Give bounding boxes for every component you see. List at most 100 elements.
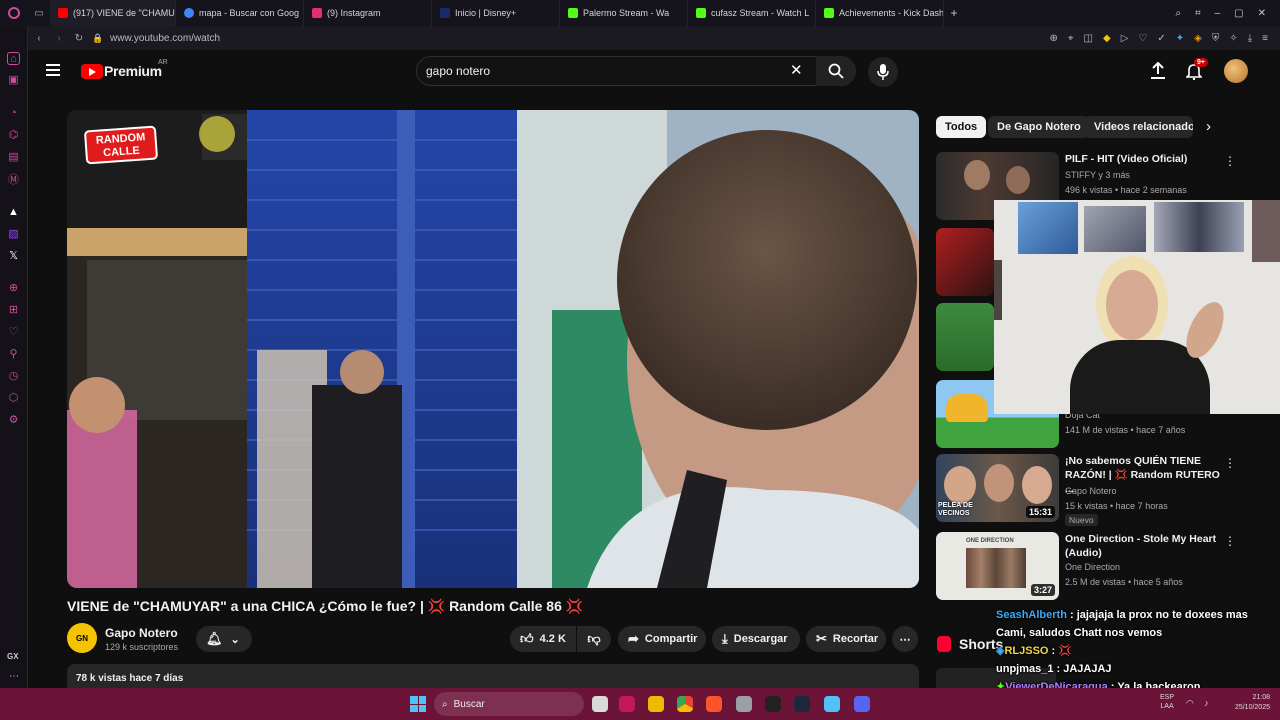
taskbar-search[interactable]: ⌕ Buscar	[434, 692, 584, 716]
speed-icon[interactable]: ◔	[7, 106, 20, 119]
hamburger-menu-icon[interactable]	[46, 64, 60, 76]
settings-icon[interactable]: ⚙	[7, 413, 20, 426]
shield-icon[interactable]: ⛨	[1212, 33, 1220, 44]
camera-icon[interactable]: ◫	[1084, 33, 1093, 44]
maximize-icon[interactable]: ▢	[1234, 8, 1243, 19]
search-button[interactable]	[816, 56, 856, 86]
menu-icon[interactable]: ≡	[1262, 33, 1268, 44]
video-thumbnail[interactable]	[936, 228, 994, 296]
tab-cufasz-stream[interactable]: cufasz Stream - Watch L	[688, 0, 816, 26]
related-video[interactable]: PELEA DE VECINOS 15:31 ¡No sabemos QUIÉN…	[936, 454, 1246, 526]
chrome-icon[interactable]	[677, 696, 693, 712]
notification-bell-button[interactable]: 🔔︎ ⌄	[196, 626, 252, 652]
clock[interactable]: 21:08 25/10/2025	[1222, 693, 1270, 713]
pin-icon[interactable]: ⚲	[7, 347, 20, 360]
back-icon[interactable]: ‹	[28, 33, 50, 44]
search-tabs-icon[interactable]: ⌕	[1175, 8, 1181, 19]
cleaner-icon[interactable]: ⌬	[7, 128, 20, 141]
video-thumbnail[interactable]: PELEA DE VECINOS 15:31	[936, 454, 1059, 522]
box-icon[interactable]: ⬡	[7, 391, 20, 404]
task-view-icon[interactable]	[592, 696, 608, 712]
tab-disney[interactable]: Inicio | Disney+	[432, 0, 560, 26]
grid-icon[interactable]: ⊞	[7, 303, 20, 316]
tab-menu-icon[interactable]: ▭	[28, 0, 50, 26]
video-thumbnail[interactable]: ONE DIRECTION 3:27	[936, 532, 1059, 600]
search-input[interactable]	[426, 61, 776, 81]
tab-youtube[interactable]: (917) VIENE de "CHAMUY	[50, 0, 176, 26]
language-indicator[interactable]: ESP LAA	[1160, 693, 1174, 711]
reload-icon[interactable]: ↻	[68, 33, 90, 44]
file-explorer-icon[interactable]	[648, 696, 664, 712]
create-upload-button[interactable]	[1150, 61, 1166, 85]
description-box[interactable]: 78 k vistas hace 7 días	[67, 664, 919, 690]
avatar[interactable]	[1224, 59, 1248, 83]
url-field[interactable]: www.youtube.com/watch	[110, 33, 220, 44]
brave-icon[interactable]: ◈	[1194, 33, 1202, 44]
channel-avatar[interactable]: GN	[67, 623, 97, 653]
puzzle-icon[interactable]: ✧	[1229, 33, 1237, 44]
dislike-button[interactable]: 👎︎	[577, 626, 611, 652]
zoom-icon[interactable]: ⊕	[1050, 33, 1058, 44]
heart-icon[interactable]: ♡	[1138, 33, 1147, 44]
download-icon[interactable]: ⤓	[1248, 33, 1252, 44]
obs-icon[interactable]	[765, 696, 781, 712]
steam-icon[interactable]	[794, 696, 810, 712]
clear-search-icon[interactable]: ✕	[790, 61, 803, 79]
clip-button[interactable]: ✂ Recortar	[806, 626, 886, 652]
vpn-icon[interactable]: ◆	[1103, 33, 1111, 44]
chip-related[interactable]: Videos relacionados	[1085, 116, 1193, 138]
chip-all[interactable]: Todos	[936, 116, 987, 138]
chip-from-channel[interactable]: De Gapo Notero	[988, 116, 1090, 138]
news-icon[interactable]: ▤	[7, 150, 20, 163]
new-tab-button[interactable]: +	[944, 6, 964, 20]
voice-search-button[interactable]	[868, 57, 898, 87]
snapshot-icon[interactable]: ⌗	[1195, 8, 1201, 19]
ccleaner-icon[interactable]	[736, 696, 752, 712]
forward-icon[interactable]: ›	[50, 33, 68, 44]
channel-name[interactable]: Gapo Notero	[105, 626, 178, 640]
minimize-icon[interactable]: –	[1215, 8, 1221, 19]
gamepad-icon[interactable]: ▣	[7, 73, 20, 86]
brave-icon[interactable]	[706, 696, 722, 712]
wifi-icon[interactable]: ◠	[1186, 698, 1194, 709]
related-video-channel[interactable]: One Direction	[1065, 562, 1120, 572]
tab-instagram[interactable]: (9) Instagram	[304, 0, 432, 26]
windows-start-icon[interactable]	[410, 696, 426, 712]
play-icon[interactable]: ▷	[1121, 33, 1129, 44]
related-video-channel[interactable]: Gapo Notero	[1065, 486, 1117, 496]
opera-logo-icon[interactable]	[0, 0, 28, 26]
x-icon[interactable]: 𝕏	[7, 249, 20, 262]
history-icon[interactable]: ◷	[7, 369, 20, 382]
download-button[interactable]: ⤓ Descargar	[712, 626, 800, 652]
tab-achievements[interactable]: Achievements - Kick Dash	[816, 0, 944, 26]
extension-icon[interactable]: ✦	[1176, 33, 1184, 44]
video-thumbnail[interactable]	[936, 303, 994, 371]
home-icon[interactable]: ⌂	[7, 52, 20, 65]
notepad-icon[interactable]	[824, 696, 840, 712]
more-icon[interactable]: ⋯	[9, 671, 19, 682]
like-button[interactable]: 👍︎ 4.2 K	[510, 626, 576, 652]
more-icon[interactable]: ⋮	[1224, 534, 1236, 548]
plus-circle-icon[interactable]: ⊕	[7, 281, 20, 294]
related-video[interactable]: ONE DIRECTION 3:27 One Direction - Stole…	[936, 532, 1246, 602]
related-video-title[interactable]: One Direction - Stole My Heart (Audio)	[1065, 532, 1220, 560]
chevron-right-icon[interactable]: ›	[1206, 118, 1211, 135]
related-video-channel[interactable]: STIFFY y 3 más	[1065, 170, 1130, 180]
youtube-logo-icon[interactable]	[81, 64, 103, 79]
related-video-title[interactable]: PILF - HIT (Video Oficial)	[1065, 152, 1220, 166]
share-button[interactable]: ➦ Compartir	[618, 626, 706, 652]
discord-icon[interactable]	[854, 696, 870, 712]
pin-icon[interactable]: ⌖	[1068, 33, 1074, 44]
video-player[interactable]: RANDOM CALLE	[67, 110, 919, 588]
volume-icon[interactable]: ♪	[1204, 698, 1209, 708]
more-icon[interactable]: ⋮	[1224, 154, 1236, 168]
favorites-icon[interactable]: ♡	[7, 325, 20, 338]
close-icon[interactable]: ✕	[1258, 8, 1266, 19]
twitch-icon[interactable]: ▧	[7, 227, 20, 240]
tab-google-maps[interactable]: mapa - Buscar con Goog	[176, 0, 304, 26]
aria-icon[interactable]: ▲	[7, 205, 20, 218]
check-icon[interactable]: ✓	[1157, 33, 1165, 44]
more-actions-button[interactable]: ⋯	[892, 626, 918, 652]
music-icon[interactable]: Ⓜ	[7, 172, 20, 186]
more-icon[interactable]: ⋮	[1224, 456, 1236, 470]
